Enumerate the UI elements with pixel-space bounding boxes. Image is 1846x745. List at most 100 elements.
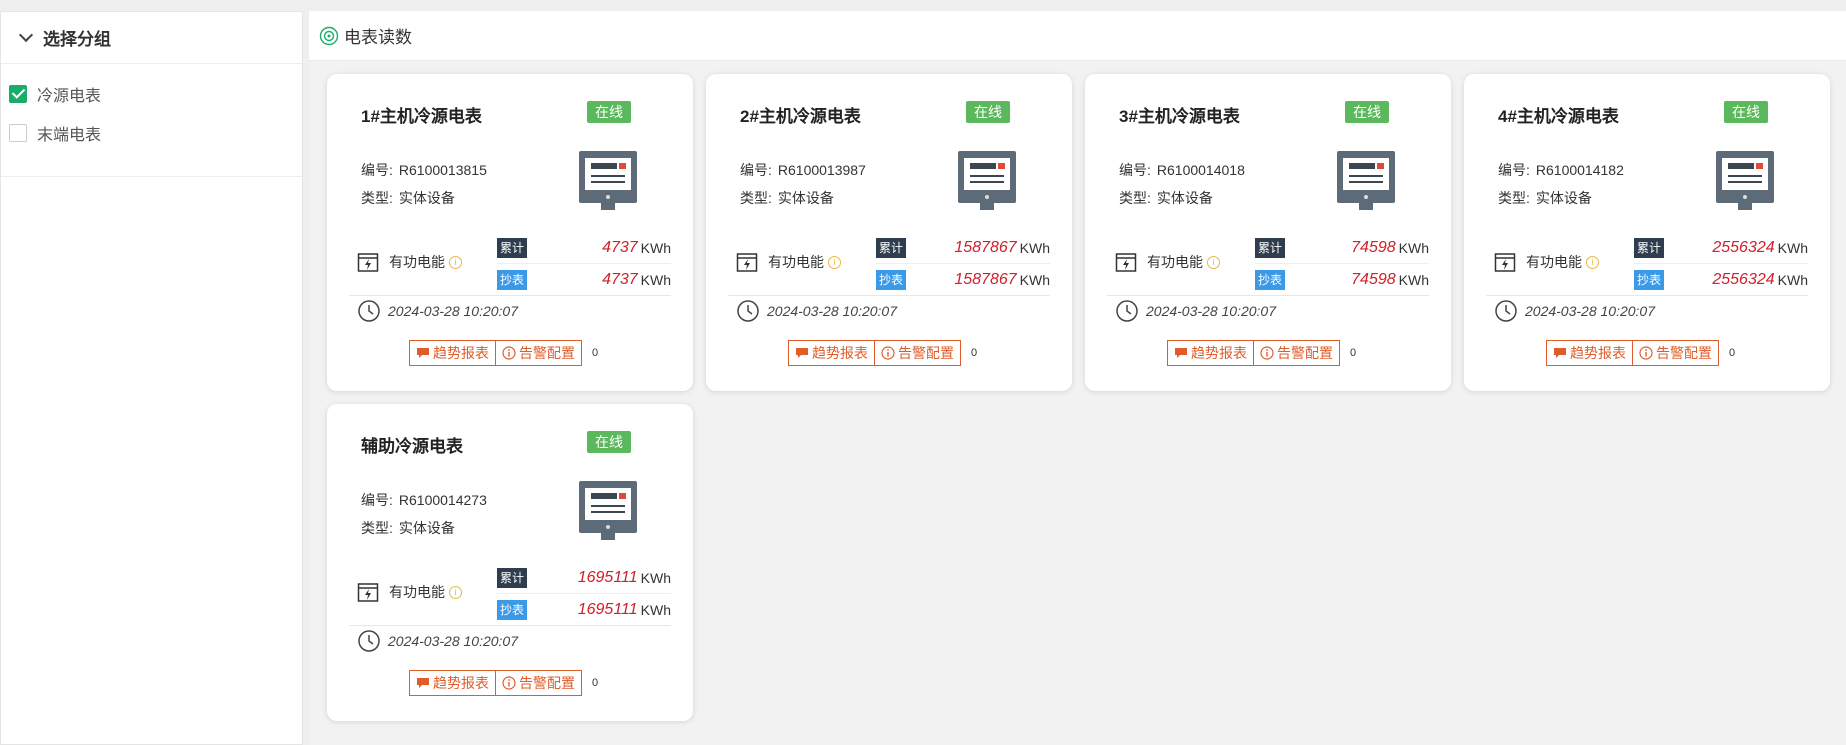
status-badge: 在线 <box>1345 101 1389 123</box>
energy-readings: 有功电能 i 累计 4737 KWh 抄表 4737 KWh <box>349 233 671 295</box>
clock-icon <box>1495 300 1517 322</box>
tag-total: 累计 <box>497 238 527 258</box>
sidebar-title: 选择分组 <box>43 30 111 49</box>
chevron-down-icon <box>18 27 34 43</box>
checkbox-unchecked[interactable] <box>9 123 27 142</box>
info-circle-icon <box>881 346 895 360</box>
type-value: 实体设备 <box>398 190 455 206</box>
meter-type: 类型: 实体设备 <box>740 188 834 208</box>
code-value: R6100013987 <box>777 162 866 178</box>
meter-code: 编号: R6100013815 <box>361 160 487 180</box>
unit: KWh <box>640 271 671 288</box>
trend-report-button[interactable]: 趋势报表 <box>788 340 875 366</box>
alarm-config-button[interactable]: 告警配置 <box>1254 340 1340 366</box>
electric-meter-icon <box>579 151 637 210</box>
info-icon[interactable]: i <box>828 255 841 269</box>
energy-readings: 有功电能 i 累计 2556324 KWh 抄表 2556324 KWh <box>1486 233 1808 295</box>
reading-read-row: 抄表 74598 KWh <box>1255 264 1429 295</box>
update-time: 2024-03-28 10:20:07 <box>1115 299 1276 323</box>
trend-report-label: 趋势报表 <box>1191 345 1247 361</box>
type-value: 实体设备 <box>1535 190 1592 206</box>
meter-card: 1#主机冷源电表 在线 编号: R6100013815 类型: 实体设备 有功电能 … <box>327 74 693 391</box>
card-actions: 趋势报表 告警配置 0 <box>1167 340 1362 366</box>
read-value: 1587867 <box>954 270 1017 288</box>
alarm-count: 0 <box>1728 347 1736 359</box>
main-header: 电表读数 <box>309 11 1846 61</box>
code-key: 编号: <box>1119 162 1151 178</box>
total-value: 1587867 <box>954 239 1017 256</box>
type-value: 实体设备 <box>1156 190 1213 206</box>
sidebar-header[interactable]: 选择分组 <box>1 12 302 64</box>
meter-title: 1#主机冷源电表 <box>361 107 482 126</box>
meter-type: 类型: 实体设备 <box>361 518 455 538</box>
info-icon[interactable]: i <box>1586 255 1599 269</box>
clock-icon <box>1116 300 1138 322</box>
info-icon[interactable]: i <box>449 585 462 599</box>
alarm-config-label: 告警配置 <box>519 345 575 361</box>
clock-icon <box>737 300 759 322</box>
power-meter-icon <box>1494 253 1516 272</box>
trend-report-button[interactable]: 趋势报表 <box>409 340 496 366</box>
type-key: 类型: <box>1498 190 1530 206</box>
trend-report-label: 趋势报表 <box>433 675 489 691</box>
update-time: 2024-03-28 10:20:07 <box>1494 299 1655 323</box>
meter-card: 3#主机冷源电表 在线 编号: R6100014018 类型: 实体设备 有功电能 … <box>1085 74 1451 391</box>
group-item-cold-source[interactable]: 冷源电表 <box>9 74 302 113</box>
checkbox-checked[interactable] <box>9 84 27 103</box>
power-meter-icon <box>357 253 379 272</box>
read-value: 74598 <box>1351 270 1396 288</box>
meter-card: 4#主机冷源电表 在线 编号: R6100014182 类型: 实体设备 有功电能 … <box>1464 74 1830 391</box>
read-value: 4737 <box>602 270 638 288</box>
group-sidebar: 选择分组 冷源电表 末端电表 <box>0 11 303 745</box>
group-item-terminal[interactable]: 末端电表 <box>9 113 302 152</box>
total-value: 1695111 <box>577 569 638 586</box>
timestamp: 2024-03-28 10:20:07 <box>1525 303 1655 319</box>
card-actions: 趋势报表 告警配置 0 <box>788 340 983 366</box>
divider <box>1486 295 1808 296</box>
alarm-config-button[interactable]: 告警配置 <box>875 340 961 366</box>
status-badge: 在线 <box>587 101 631 123</box>
meter-code: 编号: R6100014182 <box>1498 160 1624 180</box>
power-meter-icon <box>357 583 379 602</box>
comment-icon <box>417 678 429 688</box>
timestamp: 2024-03-28 10:20:07 <box>388 303 518 319</box>
energy-readings: 有功电能 i 累计 1695111 KWh 抄表 1695111 KWh <box>349 563 671 625</box>
meter-title: 4#主机冷源电表 <box>1498 107 1619 126</box>
reading-total-row: 累计 1587867 KWh <box>876 233 1050 264</box>
status-badge: 在线 <box>1724 101 1768 123</box>
update-time: 2024-03-28 10:20:07 <box>357 629 518 653</box>
tag-read: 抄表 <box>497 269 527 290</box>
code-value: R6100014018 <box>1156 162 1245 178</box>
group-label: 冷源电表 <box>37 87 102 105</box>
type-key: 类型: <box>361 520 393 536</box>
power-meter-icon <box>1115 253 1137 272</box>
status-badge: 在线 <box>966 101 1010 123</box>
reading-total-row: 累计 1695111 KWh <box>497 563 671 594</box>
info-icon[interactable]: i <box>1207 255 1220 269</box>
update-time: 2024-03-28 10:20:07 <box>736 299 897 323</box>
meter-type: 类型: 实体设备 <box>1119 188 1213 208</box>
alarm-count: 0 <box>591 677 599 689</box>
alarm-config-button[interactable]: 告警配置 <box>496 340 582 366</box>
trend-report-button[interactable]: 趋势报表 <box>409 670 496 696</box>
info-icon[interactable]: i <box>449 255 462 269</box>
alarm-config-button[interactable]: 告警配置 <box>496 670 582 696</box>
trend-report-label: 趋势报表 <box>1570 345 1626 361</box>
alarm-config-button[interactable]: 告警配置 <box>1633 340 1719 366</box>
meter-code: 编号: R6100014018 <box>1119 160 1245 180</box>
tag-total: 累计 <box>1255 238 1285 258</box>
group-list: 冷源电表 末端电表 <box>1 64 302 177</box>
trend-report-button[interactable]: 趋势报表 <box>1546 340 1633 366</box>
reading-read-row: 抄表 1587867 KWh <box>876 264 1050 295</box>
total-value: 74598 <box>1351 239 1396 256</box>
energy-label-group: 有功电能 i <box>357 581 462 603</box>
tag-read: 抄表 <box>1255 269 1285 290</box>
meter-card: 辅助冷源电表 在线 编号: R6100014273 类型: 实体设备 有功电能 i <box>327 404 693 721</box>
tag-total: 累计 <box>876 238 906 258</box>
page-title: 电表读数 <box>344 28 412 47</box>
unit: KWh <box>640 240 671 256</box>
unit: KWh <box>1777 240 1808 256</box>
timestamp: 2024-03-28 10:20:07 <box>388 633 518 649</box>
trend-report-button[interactable]: 趋势报表 <box>1167 340 1254 366</box>
code-key: 编号: <box>361 162 393 178</box>
